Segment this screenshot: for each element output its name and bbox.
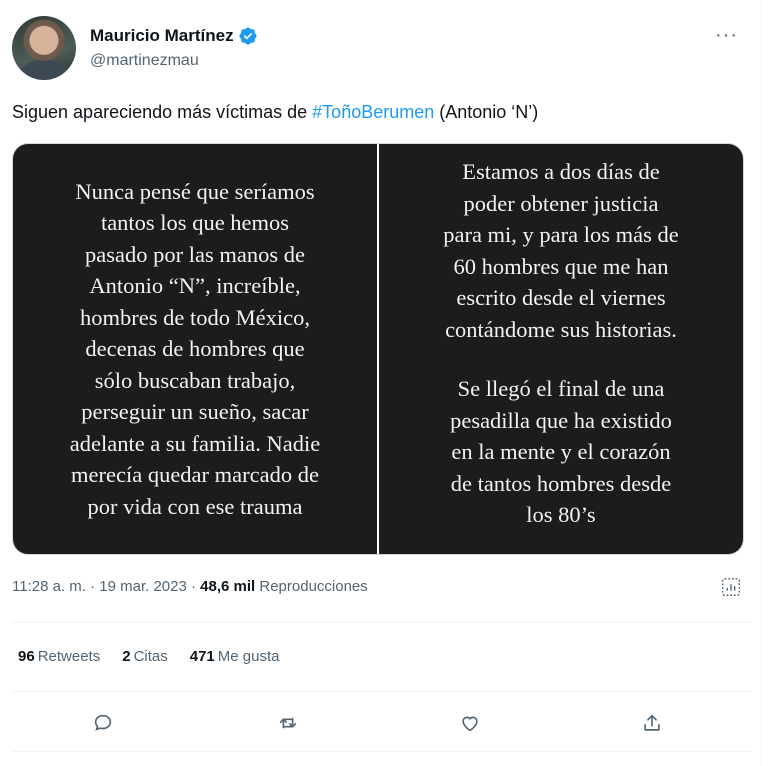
tweet-media[interactable]: Nunca pensé que seríamos tantos los que … (12, 143, 744, 555)
verified-badge-icon (238, 26, 258, 46)
retweet-icon (279, 717, 297, 729)
retweet-button[interactable] (273, 708, 303, 738)
retweets-count: 96 (18, 648, 35, 665)
reply-icon (94, 714, 112, 731)
divider (12, 751, 752, 752)
tweet-stats: 96 Retweets 2 Citas 471 Me gusta (18, 648, 279, 665)
like-button[interactable] (455, 708, 485, 738)
display-name[interactable]: Mauricio Martínez (90, 26, 234, 46)
likes-count: 471 (189, 648, 215, 665)
retweets-label: Retweets (37, 648, 101, 665)
more-icon[interactable]: ··· (715, 24, 738, 47)
divider (12, 691, 752, 692)
right-panel-content: Estamos a dos días de poder obtener just… (443, 156, 679, 531)
right-panel-text-2: Se llegó el final de una pesadilla que h… (450, 376, 672, 527)
author-name-row[interactable]: Mauricio Martínez (90, 26, 258, 46)
hashtag-link[interactable]: #ToñoBerumen (312, 102, 434, 122)
quotes-label: Citas (133, 648, 168, 665)
tweet-text-before: Siguen apareciendo más víctimas de (12, 102, 313, 122)
analytics-icon[interactable] (720, 576, 742, 598)
tweet-text: Siguen apareciendo más víctimas de #Toño… (12, 102, 538, 123)
likes-stat[interactable]: 471 Me gusta (190, 648, 280, 665)
page-border (761, 0, 762, 766)
like-icon (462, 716, 478, 732)
timestamp[interactable]: 11:28 a. m. · 19 mar. 2023 · (12, 578, 200, 595)
tweet-meta: 11:28 a. m. · 19 mar. 2023 · 48,6 mil Re… (12, 578, 368, 595)
views-label: Reproducciones (255, 578, 368, 595)
media-image-right[interactable]: Estamos a dos días de poder obtener just… (379, 144, 743, 554)
author-handle[interactable]: @martinezmau (90, 52, 199, 70)
tweet-header: Mauricio Martínez @martinezmau ··· (12, 16, 752, 82)
share-icon (644, 714, 660, 731)
likes-label: Me gusta (217, 648, 280, 665)
avatar[interactable] (12, 16, 76, 80)
share-button[interactable] (637, 708, 667, 738)
quotes-count: 2 (122, 648, 131, 665)
quotes-stat[interactable]: 2 Citas (122, 648, 168, 665)
left-panel-text: Nunca pensé que seríamos tantos los que … (69, 178, 321, 519)
reply-button[interactable] (88, 708, 118, 738)
media-image-left[interactable]: Nunca pensé que seríamos tantos los que … (13, 144, 377, 554)
right-panel-text-1: Estamos a dos días de poder obtener just… (443, 159, 679, 342)
tweet-actions (12, 700, 752, 746)
views-count: 48,6 mil (200, 578, 256, 595)
divider (12, 622, 752, 623)
tweet-text-after: (Antonio ‘N’) (434, 102, 539, 122)
retweets-stat[interactable]: 96 Retweets (18, 648, 100, 665)
